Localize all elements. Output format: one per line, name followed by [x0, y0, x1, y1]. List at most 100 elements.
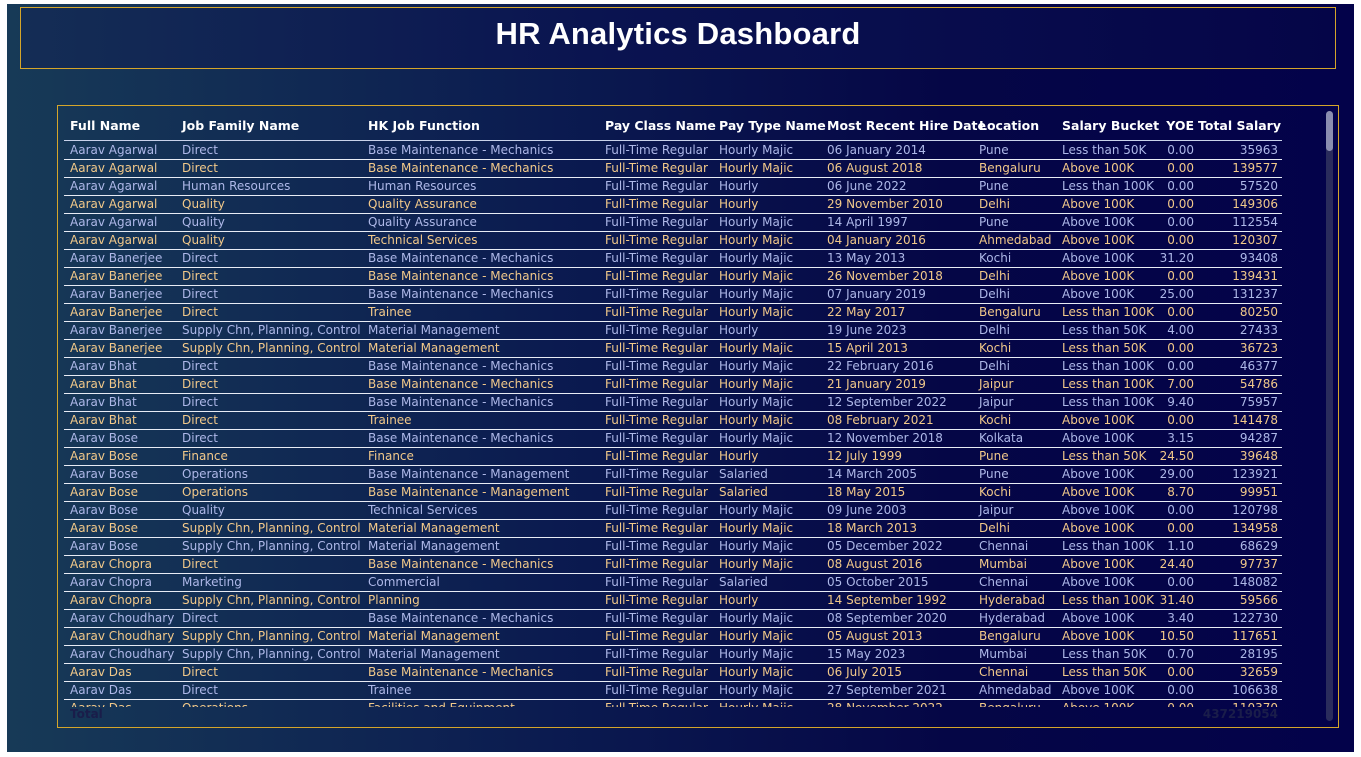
table-row[interactable]: Aarav Bose Supply Chn, Planning, Control M… [64, 519, 1282, 538]
cell-job-family-name: Direct [176, 159, 362, 178]
table-row[interactable]: Aarav Das Direct Trainee Full-Time Regular H… [64, 681, 1282, 700]
table-row[interactable]: Aarav Agarwal Human Resources Human Resour… [64, 177, 1282, 196]
cell-job-family-name: Supply Chn, Planning, Control [176, 645, 362, 664]
table-row[interactable]: Aarav Agarwal Direct Base Maintenance - Me… [64, 159, 1282, 178]
table-row[interactable]: Aarav Bose Finance Finance Full-Time Regula… [64, 447, 1282, 466]
scrollbar-thumb[interactable] [1326, 111, 1333, 151]
cell-full-name: Aarav Bhat [64, 393, 176, 412]
cell-salary-bucket: Above 100K [1056, 411, 1155, 430]
cell-pay-type-name: Hourly Majic [713, 339, 821, 358]
column-header-total-salary[interactable]: Total Salary [1198, 110, 1282, 141]
table-row[interactable]: Aarav Agarwal Direct Base Maintenance - Me… [64, 140, 1282, 160]
cell-hire-date: 06 January 2014 [821, 140, 973, 160]
table-row[interactable]: Aarav Bhat Direct Trainee Full-Time Regular… [64, 411, 1282, 430]
cell-total-salary: 75957 [1198, 393, 1282, 412]
vertical-scrollbar[interactable] [1326, 111, 1333, 721]
table-row[interactable]: Aarav Choudhary Direct Base Maintenance - … [64, 609, 1282, 628]
column-header-job-family-name[interactable]: Job Family Name [176, 110, 362, 141]
table-row[interactable]: Aarav Bhat Direct Base Maintenance - Mecha… [64, 357, 1282, 376]
table-row[interactable]: Aarav Banerjee Direct Base Maintenance - M… [64, 249, 1282, 268]
cell-salary-bucket: Less than 50K [1056, 339, 1155, 358]
table-row[interactable]: Aarav Bose Operations Base Maintenance - M… [64, 465, 1282, 484]
cell-full-name: Aarav Bose [64, 519, 176, 538]
table-total-row: Total 437219054 [70, 707, 1282, 723]
cell-hire-date: 22 February 2016 [821, 357, 973, 376]
cell-hire-date: 15 April 2013 [821, 339, 973, 358]
column-header-pay-class-name[interactable]: Pay Class Name [599, 110, 716, 141]
table-row[interactable]: Aarav Choudhary Supply Chn, Planning, Con… [64, 645, 1282, 664]
cell-job-family-name: Operations [176, 465, 362, 484]
cell-pay-type-name: Hourly Majic [713, 357, 821, 376]
cell-hk-job-function: Human Resources [362, 177, 599, 196]
title-banner: HR Analytics Dashboard [20, 7, 1336, 69]
table-row[interactable]: Aarav Das Direct Base Maintenance - Mechan… [64, 663, 1282, 682]
table-row[interactable]: Aarav Bose Direct Base Maintenance - Mecha… [64, 429, 1282, 448]
cell-hire-date: 14 March 2005 [821, 465, 973, 484]
cell-hire-date: 14 April 1997 [821, 213, 973, 232]
cell-yoe: 0.00 [1155, 663, 1198, 682]
cell-full-name: Aarav Bhat [64, 357, 176, 376]
table-row[interactable]: Aarav Banerjee Direct Trainee Full-Time Reg… [64, 303, 1282, 322]
table-row[interactable]: Aarav Agarwal Quality Technical Services Fu… [64, 231, 1282, 250]
table-row[interactable]: Aarav Banerjee Supply Chn, Planning, Cont… [64, 321, 1282, 340]
cell-full-name: Aarav Bose [64, 429, 176, 448]
table-scroll-area[interactable]: Full Name Job Family Name HK Job Functio… [64, 110, 1286, 707]
table-row[interactable]: Aarav Agarwal Quality Quality Assurance Ful… [64, 195, 1282, 214]
column-header-salary-bucket[interactable]: Salary Bucket [1056, 110, 1159, 141]
cell-hire-date: 05 October 2015 [821, 573, 973, 592]
cell-total-salary: 28195 [1198, 645, 1282, 664]
table-row[interactable]: Aarav Choudhary Supply Chn, Planning, Con… [64, 627, 1282, 646]
cell-pay-type-name: Salaried [713, 483, 821, 502]
cell-full-name: Aarav Bhat [64, 411, 176, 430]
cell-salary-bucket: Less than 100K [1056, 303, 1155, 322]
cell-total-salary: 149306 [1198, 195, 1282, 214]
column-header-hk-job-function[interactable]: HK Job Function [362, 110, 599, 141]
table-row[interactable]: Aarav Banerjee Direct Base Maintenance - M… [64, 267, 1282, 286]
cell-hk-job-function: Commercial [362, 573, 599, 592]
cell-job-family-name: Direct [176, 285, 362, 304]
cell-yoe: 7.00 [1155, 375, 1198, 394]
table-row[interactable]: Aarav Banerjee Direct Base Maintenance - M… [64, 285, 1282, 304]
cell-hire-date: 21 January 2019 [821, 375, 973, 394]
employee-table-visual[interactable]: Full Name Job Family Name HK Job Functio… [57, 105, 1339, 728]
cell-yoe: 0.00 [1155, 177, 1198, 196]
table-row[interactable]: Aarav Bhat Direct Base Maintenance - Mecha… [64, 375, 1282, 394]
cell-pay-class-name: Full-Time Regular [599, 195, 713, 214]
table-row[interactable]: Aarav Bose Operations Base Maintenance - M… [64, 483, 1282, 502]
cell-yoe: 1.10 [1155, 537, 1198, 556]
cell-yoe: 8.70 [1155, 483, 1198, 502]
table-row[interactable]: Aarav Bose Quality Technical Services Full-… [64, 501, 1282, 520]
cell-salary-bucket: Above 100K [1056, 465, 1155, 484]
cell-salary-bucket: Less than 50K [1056, 447, 1155, 466]
table-row[interactable]: Aarav Bose Supply Chn, Planning, Control M… [64, 537, 1282, 556]
cell-pay-class-name: Full-Time Regular [599, 573, 713, 592]
cell-hk-job-function: Base Maintenance - Management [362, 465, 599, 484]
cell-pay-type-name: Salaried [713, 465, 821, 484]
cell-pay-type-name: Hourly Majic [713, 140, 821, 160]
cell-location: Chennai [973, 573, 1056, 592]
column-header-location[interactable]: Location [973, 110, 1056, 141]
cell-hire-date: 12 November 2018 [821, 429, 973, 448]
table-row[interactable]: Aarav Chopra Marketing Commercial Full-Time… [64, 573, 1282, 592]
cell-yoe: 3.40 [1155, 609, 1198, 628]
cell-pay-class-name: Full-Time Regular [599, 501, 713, 520]
cell-full-name: Aarav Choudhary [64, 645, 176, 664]
column-header-full-name[interactable]: Full Name [64, 110, 176, 141]
column-header-pay-type-name[interactable]: Pay Type Name [713, 110, 826, 141]
cell-pay-class-name: Full-Time Regular [599, 177, 713, 196]
column-header-most-recent-hire-date[interactable]: Most Recent Hire Date [821, 110, 986, 141]
table-row[interactable]: Aarav DasOperationsFacilities and Equipm… [64, 699, 1282, 707]
table-row[interactable]: Aarav Chopra Direct Base Maintenance - Mec… [64, 555, 1282, 574]
table-row[interactable]: Aarav Banerjee Supply Chn, Planning, Cont… [64, 339, 1282, 358]
cell-hire-date: 18 May 2015 [821, 483, 973, 502]
table-row[interactable]: Aarav Chopra Supply Chn, Planning, Contro… [64, 591, 1282, 610]
column-header-yoe[interactable]: YOE [1155, 110, 1198, 141]
cell-location: Ahmedabad [973, 231, 1056, 250]
table-row[interactable]: Aarav Agarwal Quality Quality Assurance Ful… [64, 213, 1282, 232]
cell-full-name: Aarav Banerjee [64, 303, 176, 322]
cell-hire-date: 04 January 2016 [821, 231, 973, 250]
cell-salary-bucket: Less than 100K [1056, 591, 1155, 610]
cell-hk-job-function: Base Maintenance - Mechanics [362, 285, 599, 304]
table-row[interactable]: Aarav Bhat Direct Base Maintenance - Mecha… [64, 393, 1282, 412]
cell-job-family-name: Supply Chn, Planning, Control [176, 627, 362, 646]
